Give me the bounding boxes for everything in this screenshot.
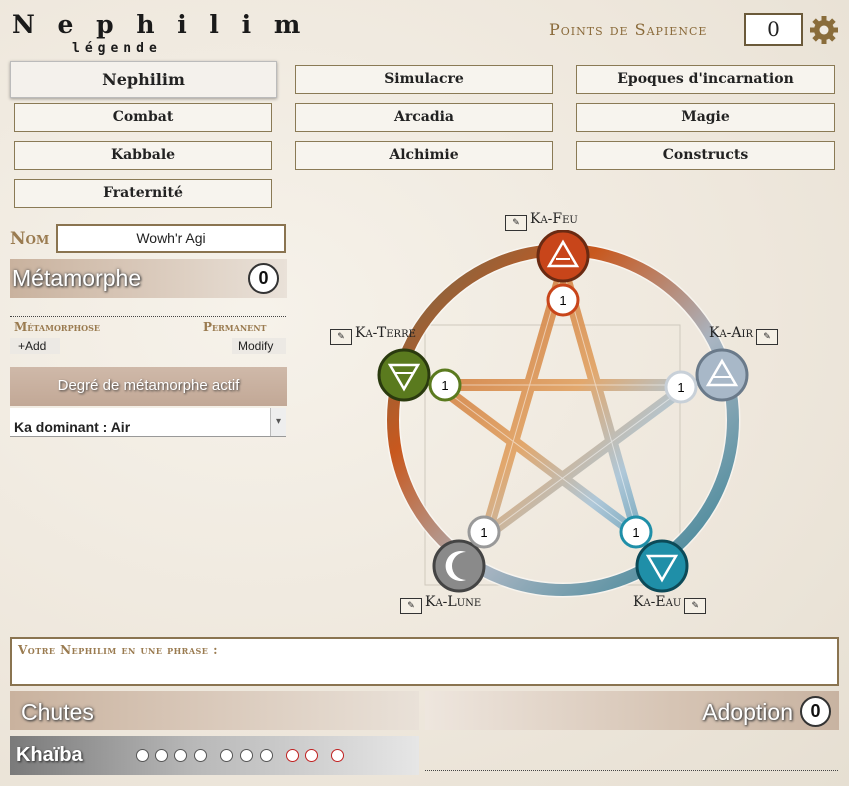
ka-terre-value[interactable]: 1 [441,378,448,393]
adoption-header: Adoption [425,691,839,730]
gear-icon[interactable] [808,14,840,46]
tab-magie[interactable]: Magie [576,103,835,132]
ka-eau-label: Ka-Eau [633,594,682,610]
divider [10,316,286,317]
sapience-input[interactable]: 0 [744,13,803,46]
ka-dominant-value: Ka dominant : Air [14,419,131,435]
khaiba-dot[interactable] [305,749,318,762]
ka-lune-label: Ka-Lune [425,594,482,610]
ka-eau-value[interactable]: 1 [632,525,639,540]
ka-feu-label-wrap[interactable]: ✎ Ka-Feu [505,211,578,231]
adoption-count-badge: 0 [800,696,831,727]
chutes-title: Chutes [21,699,94,725]
khaiba-dot[interactable] [174,749,187,762]
book-icon[interactable]: ✎ [330,329,352,345]
khaiba-dot[interactable] [220,749,233,762]
ka-lune-medallion[interactable] [432,539,486,593]
khaiba-dot[interactable] [260,749,273,762]
tab-arcadia[interactable]: Arcadia [295,103,553,132]
permanent-column-label: Permanent [203,320,267,334]
ka-air-label: Ka-Air [709,325,754,341]
ka-terre-medallion[interactable] [377,348,431,402]
nom-input[interactable]: Wowh'r Agi [56,224,286,253]
degre-metamorphe-header: Degré de métamorphe actif [10,367,287,406]
tab-simulacre[interactable]: Simulacre [295,65,553,94]
modify-metamorphose-button[interactable]: Modify [232,338,286,354]
khaiba-dot[interactable] [155,749,168,762]
tab-fraternite[interactable]: Fraternité [14,179,272,208]
phrase-label: Votre Nephilim en une phrase : [18,643,219,657]
ka-feu-value[interactable]: 1 [559,293,566,308]
khaiba-dot[interactable] [331,749,344,762]
app-logo-subtitle: légende [72,41,162,56]
nom-label: Nom [10,229,50,249]
divider [425,770,838,771]
ka-feu-medallion[interactable] [536,230,590,283]
tab-combat[interactable]: Combat [14,103,272,132]
metamorphe-count-badge: 0 [248,263,279,294]
ka-air-value[interactable]: 1 [677,380,684,395]
tab-epoques[interactable]: Epoques d'incarnation [576,65,835,94]
sapience-label: Points de Sapience [549,20,708,39]
metamorphe-header: Métamorphe [10,259,287,298]
khaiba-label: Khaïba [16,744,83,766]
chevron-down-icon[interactable]: ▾ [270,408,286,436]
khaiba-dot[interactable] [136,749,149,762]
app-logo-title: N e p h i l i m [12,10,308,39]
khaiba-dot[interactable] [240,749,253,762]
book-icon[interactable]: ✎ [684,598,707,614]
ka-lune-label-wrap[interactable]: ✎ Ka-Lune [400,594,481,614]
tab-nephilim[interactable]: Nephilim [10,61,277,98]
tab-kabbale[interactable]: Kabbale [14,141,272,170]
metamorphose-column-label: Métamorphose [14,320,100,334]
ka-air-label-wrap[interactable]: Ka-Air ✎ [709,325,779,345]
metamorphe-title: Métamorphe [12,265,142,291]
ka-lune-value[interactable]: 1 [480,525,487,540]
book-icon[interactable]: ✎ [756,329,779,345]
khaiba-dot[interactable] [286,749,299,762]
ka-air-medallion[interactable] [695,348,749,402]
adoption-title: Adoption [702,699,793,725]
ka-terre-label-wrap[interactable]: ✎ Ka-Terre [330,325,416,345]
tab-alchimie[interactable]: Alchimie [295,141,553,170]
ka-pentacle: 1 1 1 1 1 [377,230,749,598]
ka-dominant-select[interactable]: Ka dominant : Air [10,408,286,437]
chutes-header: Chutes [10,691,419,730]
ka-eau-label-wrap[interactable]: Ka-Eau ✎ [633,594,707,614]
book-icon[interactable]: ✎ [400,598,422,614]
tab-constructs[interactable]: Constructs [576,141,835,170]
ka-feu-label: Ka-Feu [530,211,578,227]
book-icon[interactable]: ✎ [505,215,527,231]
khaiba-dot[interactable] [194,749,207,762]
add-metamorphose-button[interactable]: +Add [10,338,60,354]
ka-eau-medallion[interactable] [635,539,689,593]
ka-terre-label: Ka-Terre [355,325,416,341]
